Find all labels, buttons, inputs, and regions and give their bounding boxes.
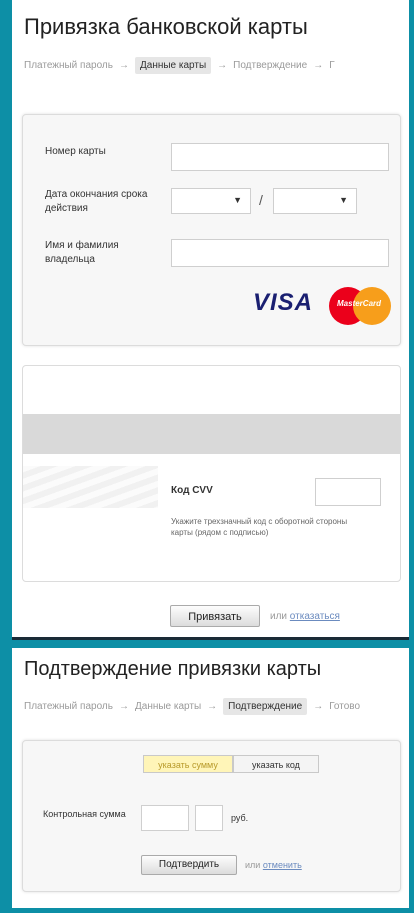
- dropdown-caret-icon: ▼: [233, 195, 242, 205]
- card-front-form: Номер карты Дата окончания срока действи…: [22, 114, 401, 346]
- arrow-icon: →: [118, 701, 129, 712]
- or-text: или отказаться: [270, 611, 340, 622]
- magnetic-stripe: [23, 414, 400, 454]
- arrow-icon: →: [217, 60, 228, 71]
- card-back-form: Код CVV Укажите трехзначный код с оборот…: [22, 365, 401, 582]
- owner-name-label: Имя и фамилия владельца: [45, 240, 119, 265]
- signature-strip: [23, 466, 158, 508]
- crumb-card-data: Данные карты: [134, 57, 212, 74]
- toggle-specify-code[interactable]: указать код: [233, 755, 319, 773]
- breadcrumb: Платежный пароль → Данные карты → Подтве…: [24, 57, 335, 74]
- mastercard-logo: MasterCard: [329, 285, 393, 325]
- bind-button[interactable]: Привязать: [170, 605, 260, 627]
- arrow-icon: →: [207, 701, 218, 712]
- expiry-month-select[interactable]: ▼: [171, 188, 251, 214]
- owner-name-input[interactable]: [171, 239, 389, 267]
- arrow-icon: →: [313, 60, 324, 71]
- or-label: или: [270, 611, 288, 622]
- or-label: или: [245, 860, 261, 870]
- crumb-done: Готово: [329, 701, 361, 712]
- card-number-label: Номер карты: [45, 146, 106, 157]
- crumb-payment-password: Платежный пароль: [24, 60, 113, 71]
- cvv-hint: Укажите трехзначный код с оборотной стор…: [171, 517, 348, 537]
- confirmation-panel: Подтверждение привязки карты Платежный п…: [12, 648, 409, 908]
- sum-kopecks-input[interactable]: [195, 805, 223, 831]
- cancel-link[interactable]: отказаться: [290, 611, 340, 622]
- breadcrumb: Платежный пароль → Данные карты → Подтве…: [24, 698, 360, 715]
- card-number-input[interactable]: [171, 143, 389, 171]
- page-title: Подтверждение привязки карты: [24, 658, 322, 680]
- crumb-confirmation: Подтверждение: [233, 60, 308, 71]
- arrow-icon: →: [313, 701, 324, 712]
- sum-rubles-input[interactable]: [141, 805, 189, 831]
- expiry-year-select[interactable]: ▼: [273, 188, 357, 214]
- expiry-separator: /: [259, 192, 263, 208]
- expiry-label: Дата окончания срока действия: [45, 189, 148, 214]
- confirm-button[interactable]: Подтвердить: [141, 855, 237, 875]
- page-title: Привязка банковской карты: [24, 14, 308, 39]
- crumb-confirmation: Подтверждение: [223, 698, 308, 715]
- crumb-done: Г: [329, 60, 335, 71]
- visa-logo: VISA: [253, 289, 314, 316]
- confirm-form: указать сумму указать код Контрольная су…: [22, 740, 401, 892]
- arrow-icon: →: [118, 60, 129, 71]
- crumb-card-data: Данные карты: [134, 701, 202, 712]
- cancel-link[interactable]: отменить: [263, 860, 302, 870]
- currency-label: руб.: [231, 813, 249, 823]
- crumb-payment-password: Платежный пароль: [24, 701, 113, 712]
- toggle-specify-sum[interactable]: указать сумму: [143, 755, 233, 773]
- cvv-input[interactable]: [315, 478, 381, 506]
- or-text: или отменить: [245, 860, 302, 870]
- control-sum-label: Контрольная сумма: [43, 809, 126, 819]
- cvv-label: Код CVV: [171, 485, 213, 496]
- card-binding-panel: Привязка банковской карты Платежный паро…: [12, 0, 409, 640]
- dropdown-caret-icon: ▼: [339, 195, 348, 205]
